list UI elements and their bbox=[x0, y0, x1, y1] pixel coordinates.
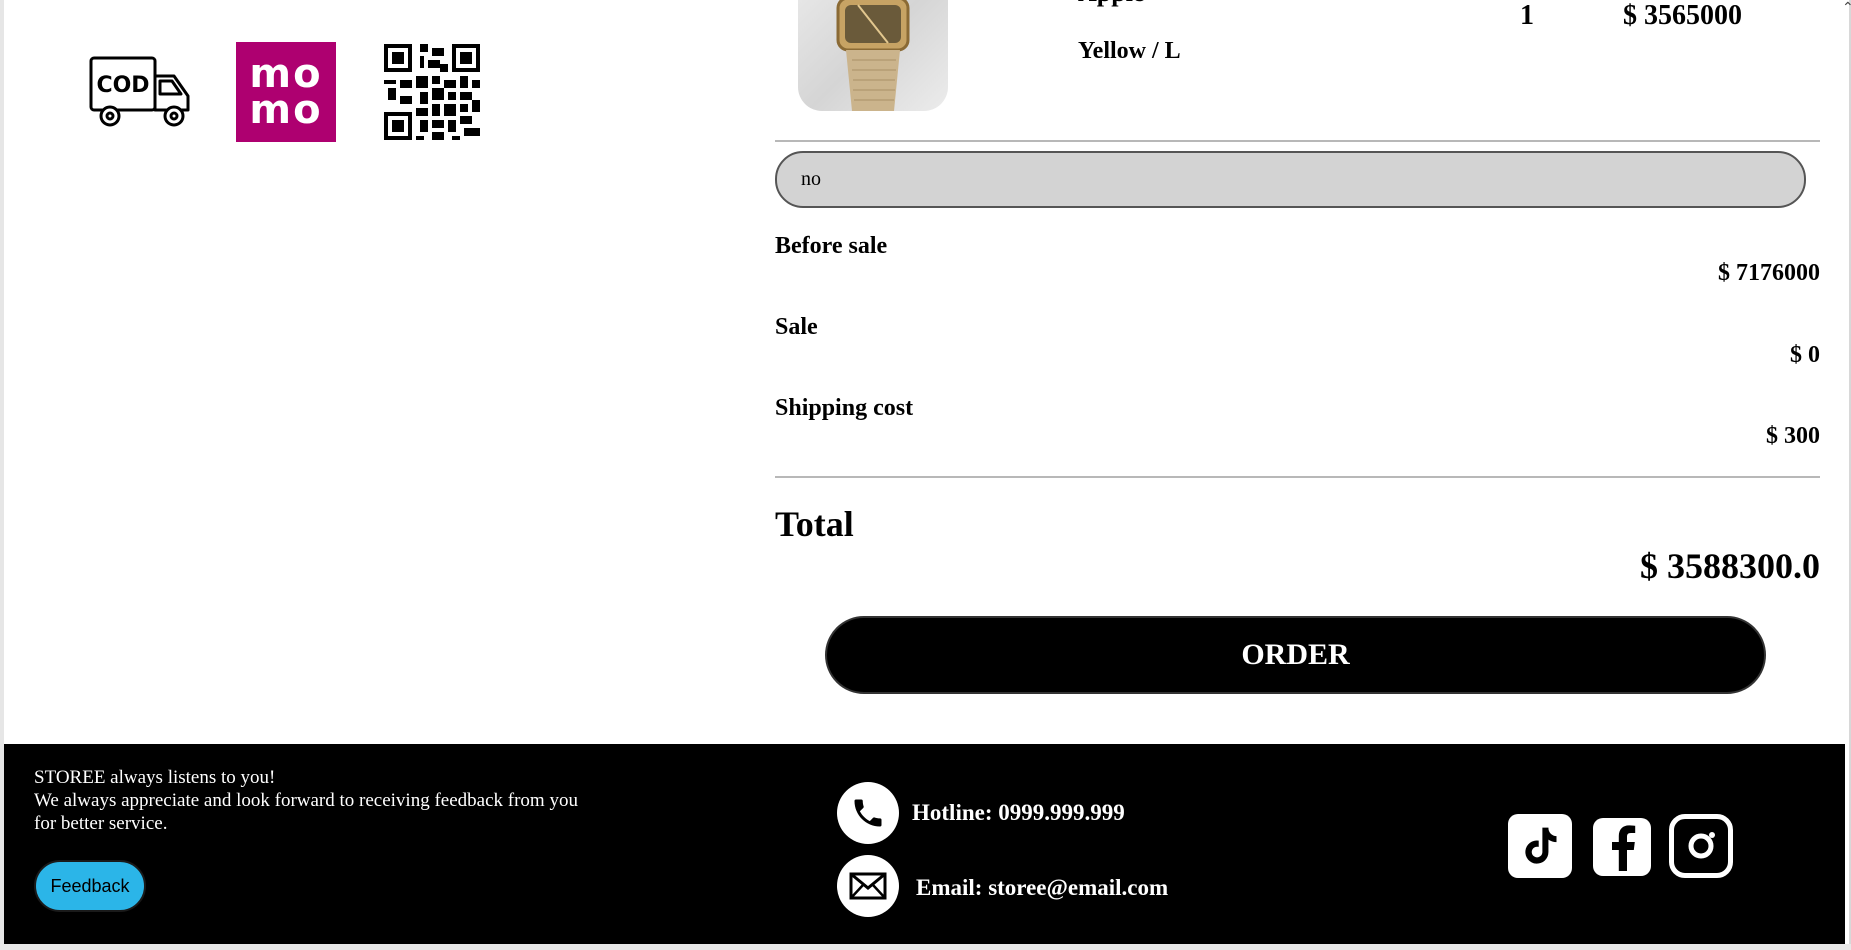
divider bbox=[775, 140, 1820, 142]
total-label: Total bbox=[775, 504, 854, 544]
footer-line: STOREE always listens to you! bbox=[34, 767, 276, 788]
before-sale-label: Before sale bbox=[775, 233, 888, 259]
email-text: Email: storee@email.com bbox=[916, 875, 1169, 900]
footer-line: for better service. bbox=[34, 813, 168, 834]
momo-line2: mo bbox=[249, 87, 323, 133]
hotline-text: Hotline: 0999.999.999 bbox=[912, 800, 1125, 825]
qr-code-icon[interactable] bbox=[384, 44, 480, 140]
scroll-indicator-icon: ⌃ bbox=[1842, 1, 1851, 16]
shipping-value: $ 300 bbox=[1766, 423, 1820, 449]
facebook-icon[interactable] bbox=[1593, 818, 1651, 876]
product-image bbox=[798, 0, 948, 111]
product-name: Apple bbox=[1078, 0, 1144, 8]
cod-truck-icon[interactable]: COD bbox=[88, 54, 192, 130]
before-sale-value: $ 7176000 bbox=[1718, 260, 1820, 286]
page-bottom-edge bbox=[0, 944, 1851, 950]
footer: STOREE always listens to you! We always … bbox=[4, 744, 1845, 944]
shipping-label: Shipping cost bbox=[775, 395, 914, 421]
feedback-button[interactable]: Feedback bbox=[34, 860, 146, 912]
order-button[interactable]: ORDER bbox=[825, 616, 1766, 694]
product-variant: Yellow / L bbox=[1078, 38, 1181, 64]
product-quantity: 1 bbox=[1520, 0, 1534, 31]
instagram-icon[interactable] bbox=[1669, 814, 1733, 878]
product-price: $ 3565000 bbox=[1623, 0, 1742, 31]
footer-message: STOREE always listens to you! We always … bbox=[34, 766, 634, 835]
order-note-input[interactable] bbox=[775, 151, 1806, 208]
cod-label: COD bbox=[96, 73, 149, 98]
tiktok-icon[interactable] bbox=[1508, 814, 1572, 878]
footer-line: We always appreciate and look forward to… bbox=[34, 790, 578, 811]
momo-icon[interactable]: mo mo bbox=[236, 42, 336, 142]
sale-label: Sale bbox=[775, 314, 818, 340]
mail-icon bbox=[837, 855, 899, 917]
divider bbox=[775, 476, 1820, 478]
total-value: $ 3588300.0 bbox=[1640, 546, 1820, 586]
sale-value: $ 0 bbox=[1790, 342, 1820, 368]
phone-icon bbox=[837, 782, 899, 844]
